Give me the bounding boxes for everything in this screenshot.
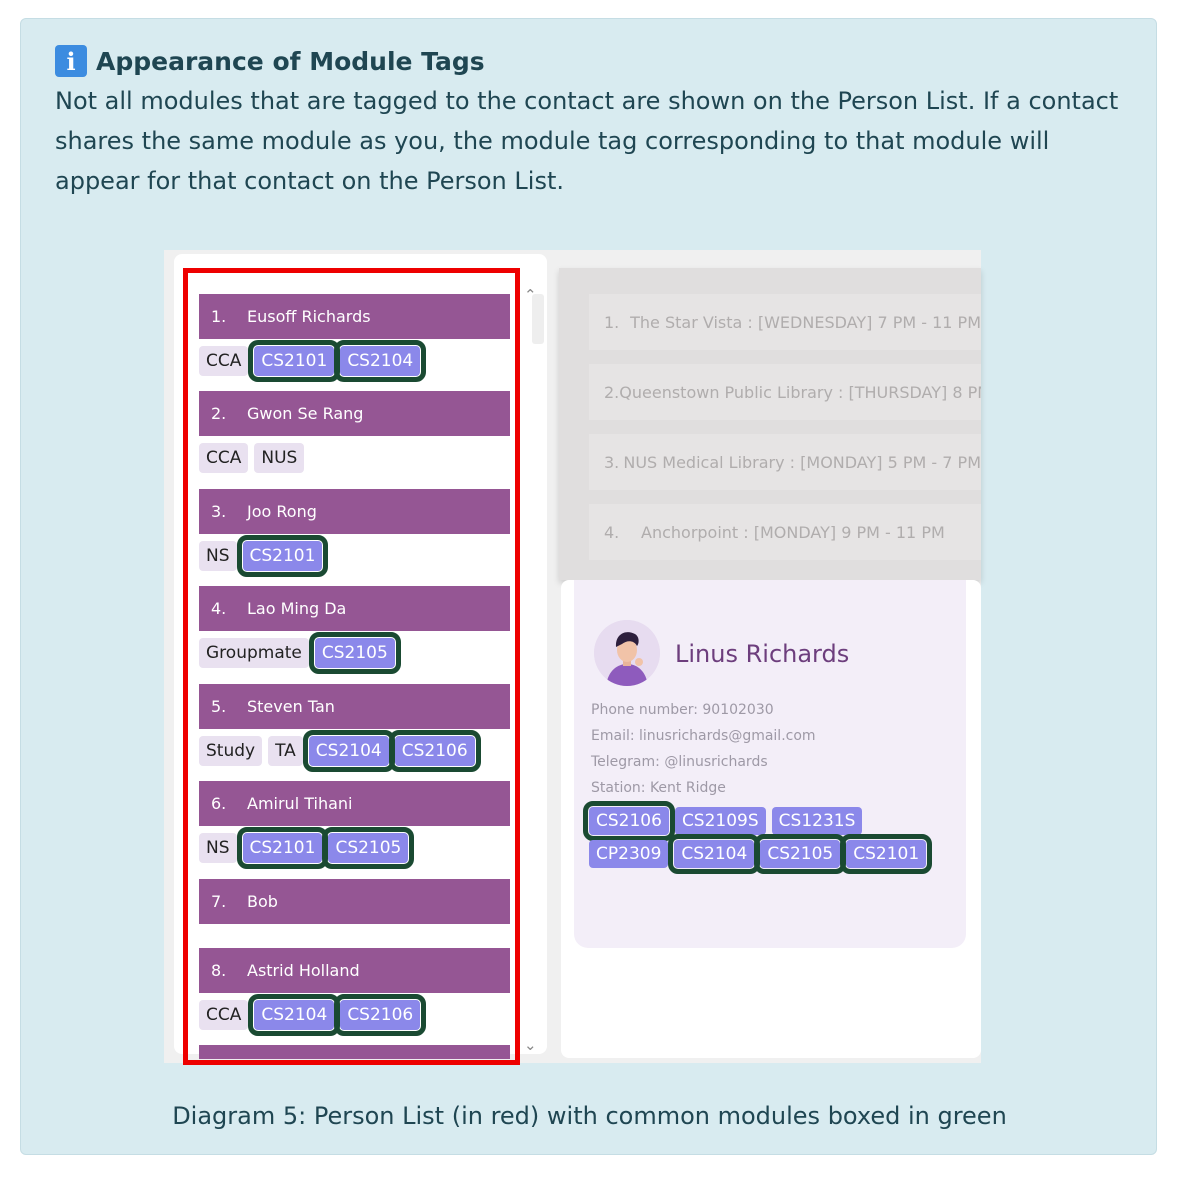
meetup-item[interactable]: 3. NUS Medical Library : [MONDAY] 5 PM - … [589,434,981,490]
meetup-text: The Star Vista : [WEDNESDAY] 7 PM - 11 P… [630,312,981,332]
callout-body: Not all modules that are tagged to the c… [55,87,1119,195]
meetup-list-panel: 1. The Star Vista : [WEDNESDAY] 7 PM - 11… [559,268,981,580]
meetup-item[interactable]: 1. The Star Vista : [WEDNESDAY] 7 PM - 11… [589,294,981,350]
meetup-text: NUS Medical Library : [MONDAY] 5 PM - 7 … [623,452,981,472]
contact-name: Linus Richards [675,640,850,668]
scroll-up-icon[interactable]: ⌃ [524,286,537,304]
meetup-index: 1. [604,312,620,332]
meetup-index: 3. [604,452,620,472]
module-tag: CP2309 [589,840,669,868]
meetup-index: 4. [604,522,620,542]
info-icon: i [55,45,87,77]
info-callout: i Appearance of Module Tags Not all modu… [20,18,1157,1155]
diagram-figure: 1. Eusoff Richards CCA CS2101 CS2104 2. Gwon S… [164,250,981,1065]
scroll-down-icon[interactable]: ⌄ [524,1036,537,1054]
meetup-text: Anchorpoint : [MONDAY] 9 PM - 11 PM [641,522,945,542]
common-module-tag: CS2104 [668,834,761,874]
callout-title-text: Appearance of Module Tags [96,46,485,76]
contact-module-tags: CS2106 CS2109S CS1231S CP2309 CS2104 CS2105 CS… [583,801,949,874]
meetup-index: 2. [604,382,620,402]
common-module-tag: CS2101 [840,834,933,874]
contact-phone: Phone number: 90102030 [591,702,774,718]
callout-title: i Appearance of Module Tags [55,45,485,77]
meetup-text: Queenstown Public Library : [THURSDAY] 8… [619,382,981,402]
contact-telegram: Telegram: @linusrichards [591,754,768,770]
person-list-highlight [183,268,520,1065]
contact-email: Email: linusrichards@gmail.com [591,728,816,744]
figure-caption: Diagram 5: Person List (in red) with com… [172,1102,1007,1130]
contact-detail-card: Linus Richards Phone number: 90102030 Em… [574,580,966,948]
common-module-tag: CS2105 [754,834,847,874]
meetup-item[interactable]: 2. Queenstown Public Library : [THURSDAY]… [589,364,981,420]
module-tag: CS2109S [674,807,766,835]
contact-station: Station: Kent Ridge [591,780,726,796]
common-module-tag: CS2106 [583,801,675,841]
avatar [594,620,660,686]
module-tag: CS1231S [771,807,863,835]
meetup-item[interactable]: 4. Anchorpoint : [MONDAY] 9 PM - 11 PM [589,504,981,560]
contact-detail-panel: Linus Richards Phone number: 90102030 Em… [561,580,981,1058]
